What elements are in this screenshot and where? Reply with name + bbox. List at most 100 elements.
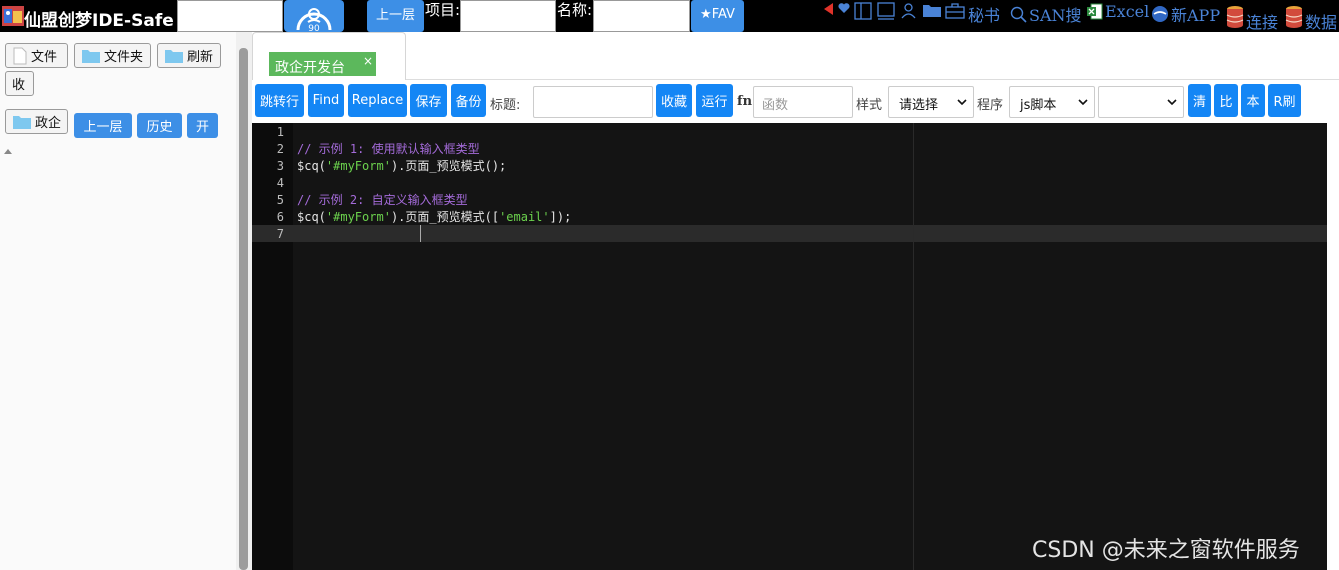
project-label: 项目: bbox=[425, 1, 461, 19]
compare-button[interactable]: 比 bbox=[1214, 84, 1238, 117]
folder-icon bbox=[165, 49, 183, 63]
current-folder-label: 政企 bbox=[35, 116, 62, 131]
jump-line-button[interactable]: 跳转行 bbox=[255, 84, 304, 117]
backup-button[interactable]: 备份 bbox=[451, 84, 486, 117]
code-token: $cq( bbox=[297, 159, 326, 173]
code-string-token: '#myForm' bbox=[325, 210, 391, 224]
secretary-link[interactable]: 秘书 bbox=[968, 2, 1000, 26]
style-label: 样式 bbox=[856, 98, 883, 113]
code-string-token: 'email' bbox=[499, 210, 550, 224]
program-select[interactable]: js脚本 bbox=[1009, 86, 1095, 118]
title-label: 标题: bbox=[490, 98, 521, 113]
extra-select[interactable] bbox=[1098, 86, 1184, 118]
tab-container: 政企开发台 bbox=[252, 32, 406, 80]
briefcase-link[interactable] bbox=[945, 2, 965, 19]
folder-link[interactable] bbox=[922, 2, 942, 18]
database-icon bbox=[1226, 6, 1244, 28]
app-title: 仙盟创梦IDE-Safe bbox=[24, 11, 174, 31]
tab-zhengqi-dev[interactable]: 政企开发台 bbox=[269, 52, 376, 76]
user-link[interactable] bbox=[900, 2, 917, 19]
fn-label: fn bbox=[737, 94, 753, 109]
style-select-value: 请选择 bbox=[899, 98, 939, 113]
favorite-button[interactable]: 收藏 bbox=[656, 84, 692, 117]
line-gutter: 1 2 3 4 5 6 7 bbox=[252, 123, 293, 570]
line-number: 1 bbox=[276, 125, 284, 139]
code-token: ]); bbox=[549, 210, 572, 224]
collapse-button[interactable]: 收 bbox=[5, 71, 34, 96]
progress-gauge: 90 bbox=[284, 0, 344, 32]
back-icon bbox=[824, 3, 833, 15]
new-app-label: 新APP bbox=[1171, 6, 1221, 25]
right-edge bbox=[1327, 123, 1339, 570]
style-select[interactable]: 请选择 bbox=[888, 86, 974, 118]
refresh-r-button[interactable]: R刷 bbox=[1268, 84, 1301, 117]
code-token: ).页面_预览模式([ bbox=[390, 210, 500, 224]
path-input[interactable] bbox=[177, 0, 283, 32]
code-line-2: // 示例 1: 使用默认输入框类型 bbox=[297, 142, 480, 156]
history-button[interactable]: 历史 bbox=[137, 113, 182, 138]
refresh-button-label: 刷新 bbox=[187, 50, 214, 65]
file-button-label: 文件 bbox=[31, 50, 58, 65]
excel-label: Excel bbox=[1105, 2, 1150, 21]
panel-scrollbar[interactable] bbox=[236, 32, 252, 570]
program-select-value: js脚本 bbox=[1020, 98, 1057, 113]
folder-icon bbox=[13, 115, 31, 129]
function-input[interactable]: 函数 bbox=[753, 86, 853, 118]
folder-icon bbox=[82, 49, 100, 63]
local-button[interactable]: 本 bbox=[1241, 84, 1265, 117]
up-level-button[interactable]: 上一层 bbox=[367, 0, 424, 32]
scrollbar-thumb[interactable] bbox=[239, 48, 248, 570]
code-token: ).页面_预览模式(); bbox=[390, 159, 507, 173]
code-line-5: // 示例 2: 自定义输入框类型 bbox=[297, 193, 468, 207]
excel-link[interactable]: Excel bbox=[1087, 2, 1149, 21]
save-button[interactable]: 保存 bbox=[410, 84, 447, 117]
sort-arrow-icon[interactable] bbox=[4, 149, 12, 154]
find-button[interactable]: Find bbox=[308, 84, 344, 117]
current-folder-button[interactable]: 政企 bbox=[5, 109, 68, 134]
monitor-link[interactable] bbox=[877, 2, 895, 20]
watermark-text: CSDN @未来之窗软件服务 bbox=[1032, 538, 1300, 563]
fav-button[interactable]: ★FAV bbox=[691, 0, 744, 32]
editor-toolbar: 跳转行 Find Replace 保存 备份 标题: 收藏 运行 fn 函数 样… bbox=[252, 80, 1339, 123]
panel-link[interactable] bbox=[854, 2, 872, 20]
gauge-value: 90 bbox=[308, 24, 320, 32]
connect-link[interactable]: 连接 bbox=[1226, 1, 1278, 33]
print-margin bbox=[913, 123, 914, 570]
folder-button-label: 文件夹 bbox=[104, 50, 144, 65]
folder-button[interactable]: 文件夹 bbox=[74, 43, 151, 68]
name-input[interactable] bbox=[593, 0, 690, 32]
app-logo-icon bbox=[2, 6, 24, 26]
line-number: 5 bbox=[276, 193, 284, 207]
back-link[interactable] bbox=[822, 2, 834, 16]
tab-close-icon[interactable]: × bbox=[363, 54, 373, 68]
data-label: 数据 bbox=[1305, 13, 1338, 32]
chevron-down-icon bbox=[1167, 99, 1177, 106]
sidebar-up-button[interactable]: 上一层 bbox=[74, 113, 132, 138]
run-button[interactable]: 运行 bbox=[696, 84, 733, 117]
heart-link[interactable] bbox=[838, 2, 850, 14]
title-input[interactable] bbox=[533, 86, 653, 118]
chevron-down-icon bbox=[957, 99, 967, 106]
code-editor[interactable]: 1 2 3 4 5 6 7 // 示例 1: 使用默认输入框类型 $cq('#m… bbox=[252, 123, 1327, 570]
chevron-down-icon bbox=[1078, 99, 1088, 106]
line-number: 3 bbox=[276, 159, 284, 173]
refresh-button[interactable]: 刷新 bbox=[157, 43, 221, 68]
project-input[interactable] bbox=[460, 0, 556, 32]
code-line-3: $cq('#myForm').页面_预览模式(); bbox=[297, 157, 506, 174]
line-number: 6 bbox=[276, 210, 284, 224]
user-icon bbox=[901, 3, 916, 19]
san-search-link[interactable]: SAN搜 bbox=[1010, 2, 1082, 26]
replace-button[interactable]: Replace bbox=[348, 84, 407, 117]
monitor-icon bbox=[877, 2, 895, 20]
active-line-highlight bbox=[252, 225, 1327, 242]
line-number: 4 bbox=[276, 176, 284, 190]
line-number: 7 bbox=[276, 227, 284, 241]
heart-icon bbox=[838, 3, 850, 13]
data-link[interactable]: 数据 bbox=[1285, 1, 1337, 33]
open-button[interactable]: 开 bbox=[187, 113, 218, 138]
clear-button[interactable]: 清 bbox=[1188, 84, 1211, 117]
top-bar: 仙盟创梦IDE-Safe 90 上一层 项目: 名称: ★FAV 秘书 SAN搜 bbox=[0, 0, 1339, 32]
program-label: 程序 bbox=[977, 98, 1004, 113]
new-app-link[interactable]: 新APP bbox=[1151, 2, 1220, 26]
file-button[interactable]: 文件 bbox=[5, 43, 68, 68]
